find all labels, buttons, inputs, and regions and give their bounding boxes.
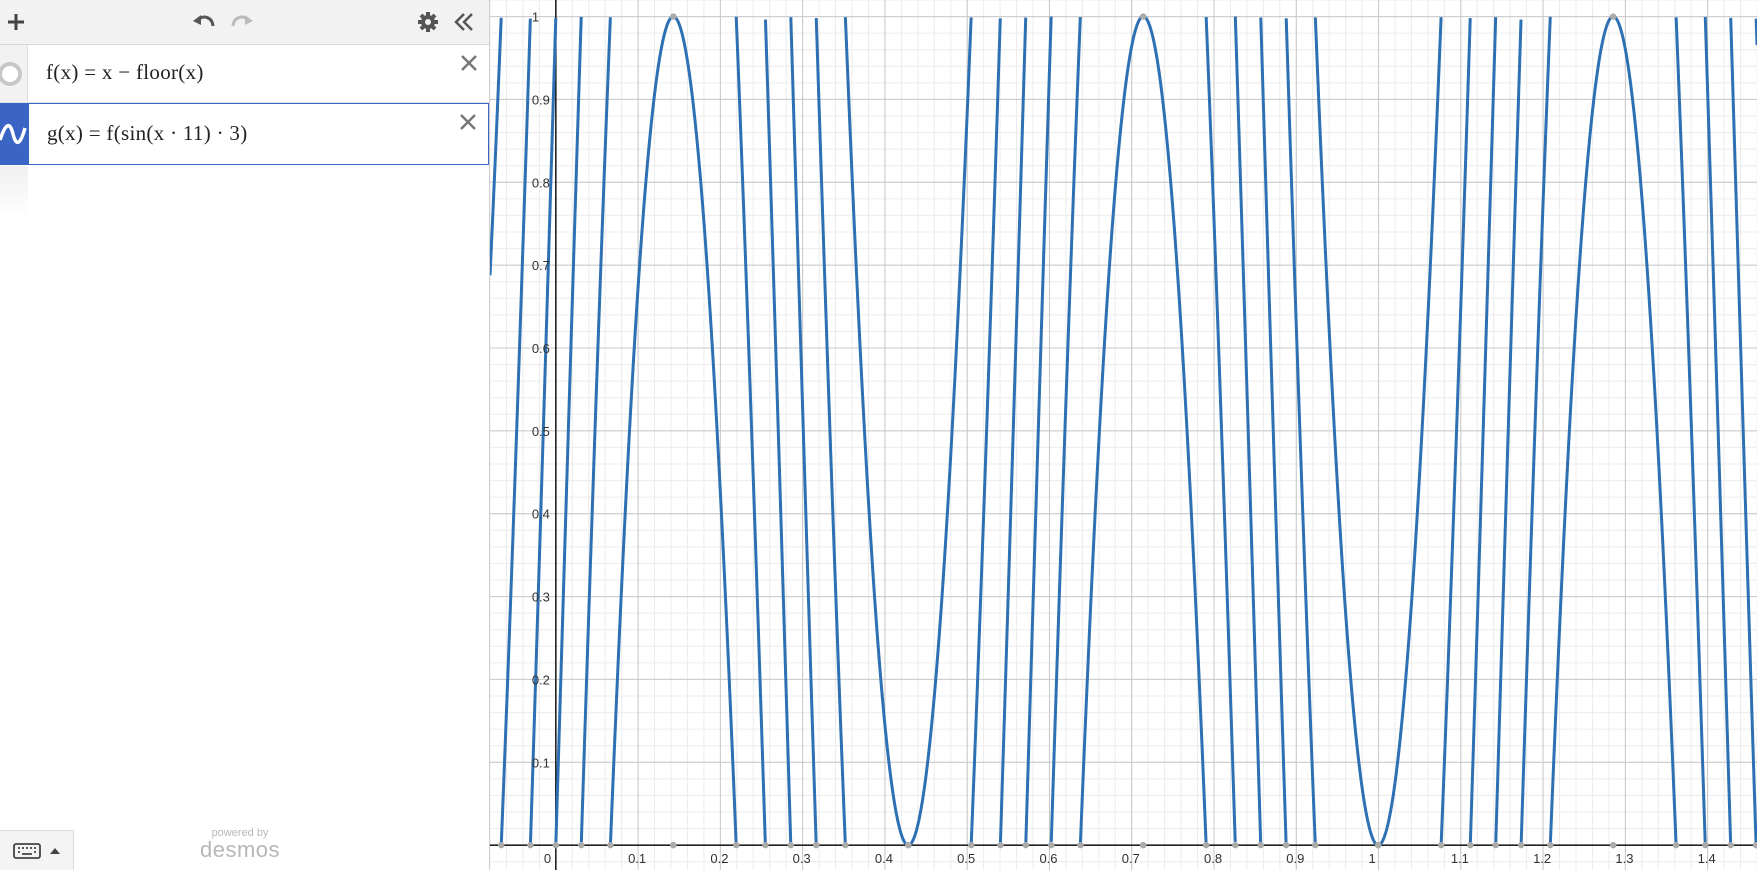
- zero-point: [1437, 841, 1445, 849]
- x-tick-label: 0.4: [875, 851, 893, 866]
- x-tick-label: 1.4: [1698, 851, 1716, 866]
- x-tick-label: 0.7: [1122, 851, 1140, 866]
- undo-icon: [193, 15, 215, 27]
- zero-point: [670, 841, 677, 849]
- y-tick-label: 1: [532, 10, 539, 25]
- delete-expression-button[interactable]: [455, 49, 483, 77]
- y-tick-label: 0.9: [532, 92, 550, 107]
- zero-point: [1047, 841, 1055, 849]
- zero-point: [1282, 841, 1290, 849]
- zero-point: [1257, 841, 1264, 849]
- x-tick-label: 0.1: [628, 851, 646, 866]
- axes: [490, 0, 1757, 870]
- x-tick-label: 0: [544, 851, 551, 866]
- hidden-circle-icon[interactable]: [0, 61, 24, 87]
- zero-point: [1140, 841, 1147, 849]
- zero-point: [733, 841, 740, 849]
- redo-icon: [231, 15, 253, 27]
- zero-point: [1077, 841, 1084, 849]
- desmos-logo: desmos: [199, 837, 281, 862]
- new-expression-row[interactable]: [0, 166, 489, 218]
- tick-labels: 0 0.1 0.2 0.3 0.4 0.5 0.6 0.7 0.8 0.9 1 1.1 1.2 1.3 1.…: [532, 10, 1716, 867]
- close-icon: [461, 55, 477, 71]
- major-grid: [490, 0, 1757, 870]
- expression-toolbar: [0, 0, 489, 45]
- x-tick-label: 0.2: [710, 851, 728, 866]
- x-tick-label: 1.2: [1533, 851, 1551, 866]
- zero-point: [1672, 841, 1680, 849]
- zero-point: [1609, 841, 1617, 849]
- x-tick-label: 1: [1369, 851, 1376, 866]
- minor-grid: [489, 0, 1757, 870]
- extremum-point: [1140, 13, 1147, 20]
- zero-point: [1727, 841, 1734, 849]
- collapse-panel-button[interactable]: [448, 6, 480, 38]
- undo-button[interactable]: [188, 6, 220, 38]
- double-chevron-left-icon: [454, 13, 473, 31]
- extremum-point: [1609, 13, 1617, 20]
- x-tick-label: 0.5: [957, 851, 975, 866]
- x-tick-label: 0.3: [793, 851, 811, 866]
- zero-point: [607, 841, 614, 849]
- graph-canvas[interactable]: 0 0.1 0.2 0.3 0.4 0.5 0.6 0.7 0.8 0.9 1 1.1 1.2 1.3 1.…: [488, 0, 1757, 870]
- caret-up-icon: [49, 847, 60, 854]
- zero-point: [787, 841, 794, 849]
- expression-panel: f(x) = x − floor(x) g(x) = f(sin(x · 11)…: [0, 0, 490, 870]
- zero-point: [1232, 841, 1239, 849]
- close-icon: [460, 114, 476, 130]
- zero-point: [1547, 841, 1554, 849]
- zero-point: [1022, 841, 1029, 849]
- x-tick-label: 1.1: [1451, 851, 1469, 866]
- plus-icon: [8, 14, 24, 30]
- y-tick-label: 0.8: [532, 175, 550, 190]
- gear-icon: [418, 12, 438, 32]
- redo-button[interactable]: [226, 6, 258, 38]
- x-tick-label: 0.9: [1286, 851, 1304, 866]
- zero-point: [1492, 841, 1499, 849]
- zero-point: [527, 841, 534, 849]
- expression-row-g[interactable]: g(x) = f(sin(x · 11) · 3): [0, 103, 489, 165]
- y-tick-label: 0.7: [532, 258, 550, 273]
- zero-point: [1517, 841, 1525, 849]
- y-tick-label: 0.2: [532, 672, 550, 687]
- keypad-toggle-button[interactable]: [0, 830, 74, 870]
- y-tick-label: 0.3: [532, 590, 550, 605]
- zero-point: [967, 841, 975, 849]
- zero-point: [842, 841, 849, 849]
- curve-icon[interactable]: [0, 120, 28, 148]
- zero-point: [1702, 841, 1709, 849]
- y-tick-label: 0.6: [532, 341, 550, 356]
- expression-input[interactable]: g(x) = f(sin(x · 11) · 3): [47, 121, 248, 146]
- zero-point: [1312, 841, 1319, 849]
- graph-svg[interactable]: 0 0.1 0.2 0.3 0.4 0.5 0.6 0.7 0.8 0.9 1 1.1 1.2 1.3 1.…: [488, 0, 1757, 870]
- x-tick-label: 0.6: [1039, 851, 1057, 866]
- keyboard-icon: [12, 842, 41, 859]
- expression-input[interactable]: f(x) = x − floor(x): [46, 60, 204, 85]
- expression-tab: [0, 166, 28, 218]
- expression-row-f[interactable]: f(x) = x − floor(x): [0, 45, 489, 103]
- y-tick-label: 0.5: [532, 424, 550, 439]
- x-tick-label: 0.8: [1204, 851, 1222, 866]
- zero-point: [997, 841, 1004, 849]
- extremum-point: [905, 841, 912, 849]
- zero-point: [1202, 841, 1210, 849]
- extremum-point: [1375, 841, 1382, 849]
- y-tick-label: 0.1: [532, 755, 550, 770]
- y-tick-label: 0.4: [532, 507, 550, 522]
- zero-point: [552, 841, 560, 849]
- x-tick-label: 1.3: [1615, 851, 1633, 866]
- settings-button[interactable]: [412, 6, 444, 38]
- zero-point: [813, 841, 820, 849]
- zero-point: [578, 841, 585, 849]
- delete-expression-button[interactable]: [454, 108, 482, 136]
- add-expression-button[interactable]: [0, 6, 32, 38]
- zero-point: [762, 841, 769, 849]
- zero-point: [498, 841, 505, 849]
- zero-point: [1752, 841, 1757, 849]
- branding: powered by desmos: [190, 828, 290, 861]
- zero-point: [1467, 841, 1474, 849]
- extremum-point: [670, 13, 677, 20]
